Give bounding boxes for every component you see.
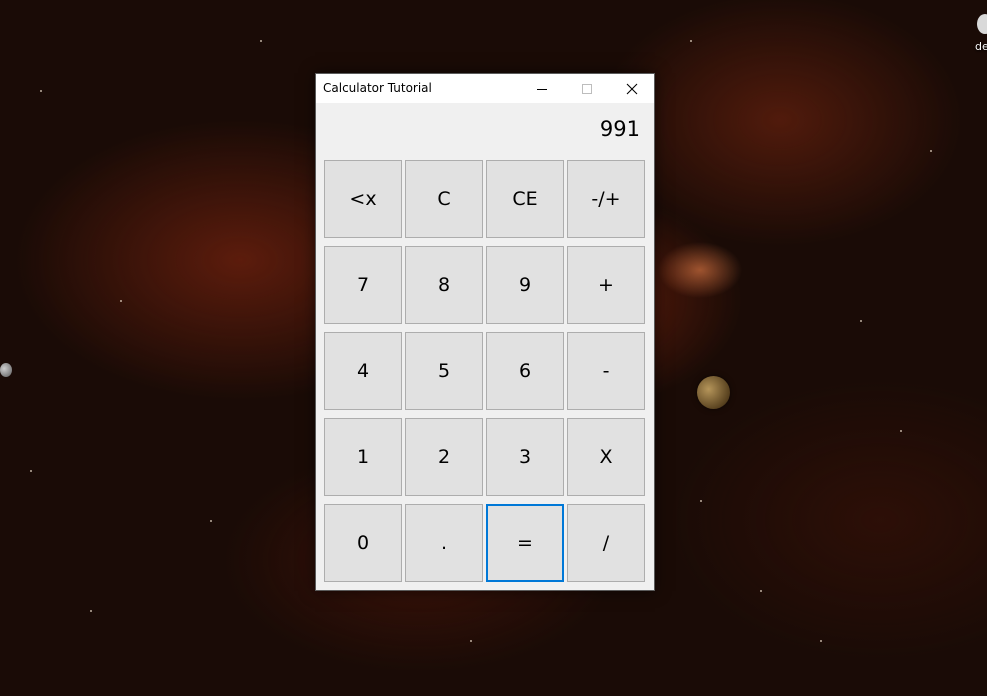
star [90,610,92,612]
digit-0-button[interactable]: 0 [324,504,402,582]
star [120,300,122,302]
decimal-button[interactable]: . [405,504,483,582]
star [700,500,702,502]
clear-entry-button[interactable]: CE [486,160,564,238]
star [690,40,692,42]
digit-3-button[interactable]: 3 [486,418,564,496]
planet-left [0,363,12,377]
backspace-button[interactable]: <x [324,160,402,238]
divide-button[interactable]: / [567,504,645,582]
maximize-button[interactable] [564,74,609,103]
star [900,430,902,432]
star [470,640,472,642]
star [930,150,932,152]
digit-5-button[interactable]: 5 [405,332,483,410]
maximize-icon [581,83,592,94]
title-bar[interactable]: Calculator Tutorial [316,74,654,103]
star [260,40,262,42]
plus-button[interactable]: + [567,246,645,324]
close-button[interactable] [609,74,654,103]
star [860,320,862,322]
minimize-button[interactable] [519,74,564,103]
equals-button[interactable]: = [486,504,564,582]
star [760,590,762,592]
digit-8-button[interactable]: 8 [405,246,483,324]
display-value: 991 [599,117,640,141]
desktop-shortcut-label: de [975,40,987,53]
negate-button[interactable]: -/+ [567,160,645,238]
calculator-window: Calculator Tutorial 991 <x C CE -/+ 7 8 … [315,73,655,591]
digit-9-button[interactable]: 9 [486,246,564,324]
minimize-icon [536,88,547,90]
digit-2-button[interactable]: 2 [405,418,483,496]
star [820,640,822,642]
gear-icon [977,14,987,34]
multiply-button[interactable]: X [567,418,645,496]
close-icon [626,83,637,94]
digit-1-button[interactable]: 1 [324,418,402,496]
minus-button[interactable]: - [567,332,645,410]
star [40,90,42,92]
window-title: Calculator Tutorial [323,81,432,95]
digit-6-button[interactable]: 6 [486,332,564,410]
star [210,520,212,522]
planet-right [697,376,730,409]
digit-7-button[interactable]: 7 [324,246,402,324]
clear-button[interactable]: C [405,160,483,238]
star [30,470,32,472]
desktop-shortcut[interactable]: de [973,8,987,58]
result-display: 991 [316,103,654,158]
digit-4-button[interactable]: 4 [324,332,402,410]
